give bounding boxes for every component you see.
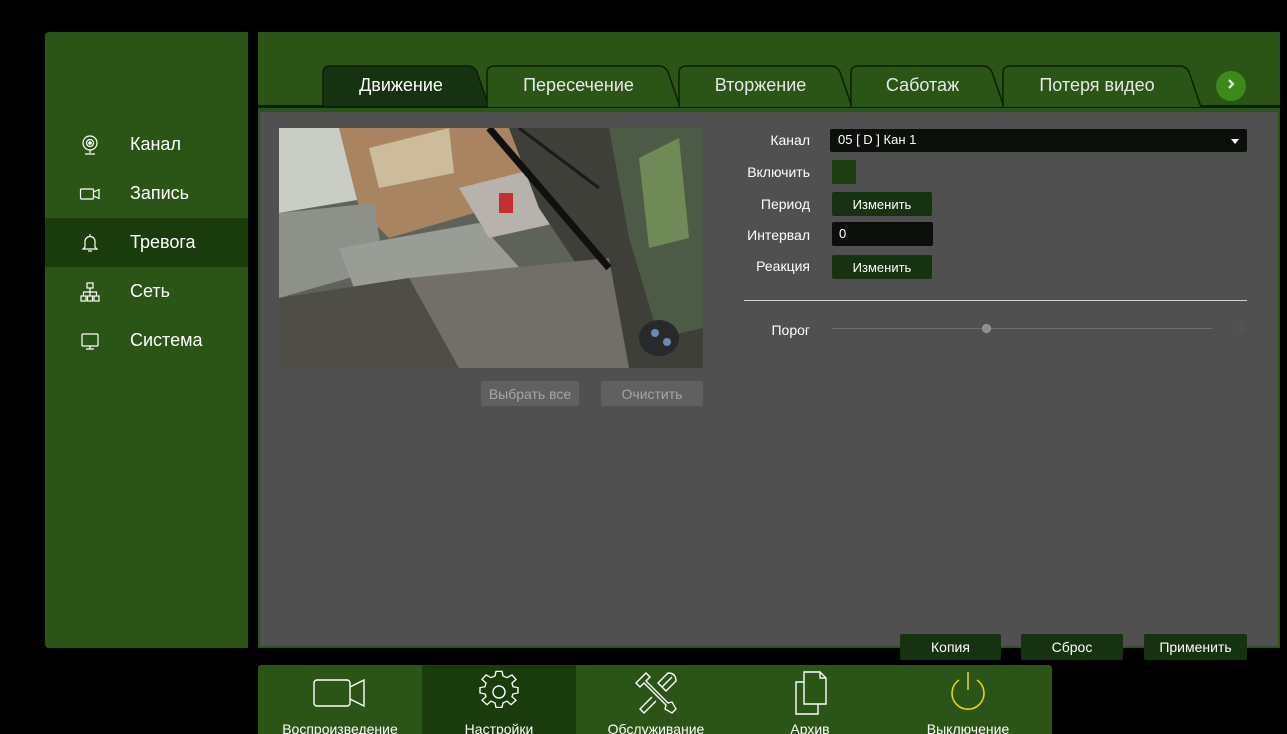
toolbar-archive[interactable]: Архив: [736, 665, 884, 734]
tab-bar: Движение Пересечение Вторжение Саботаж П…: [258, 32, 1280, 108]
chevron-right-icon: [1225, 77, 1237, 95]
period-edit-button[interactable]: Изменить: [832, 192, 932, 216]
webcam-icon: [79, 134, 101, 156]
next-tabs-button[interactable]: [1216, 71, 1246, 101]
bell-icon: [79, 232, 101, 254]
tab-label: Вторжение: [714, 75, 807, 95]
reset-button[interactable]: Сброс: [1021, 634, 1123, 660]
copy-button[interactable]: Копия: [900, 634, 1001, 660]
channel-select-value: 05 [ D ] Кан 1: [838, 132, 917, 147]
enable-checkbox[interactable]: [832, 160, 856, 184]
tab-motion[interactable]: Движение: [322, 65, 490, 107]
threshold-label: Порог: [771, 322, 810, 338]
sidebar-item-alarm[interactable]: Тревога: [45, 218, 248, 267]
camcorder-icon: [79, 183, 101, 205]
period-label: Период: [760, 196, 810, 212]
tab-sabotage[interactable]: Саботаж: [850, 65, 1005, 107]
toolbar-label: Архив: [790, 721, 830, 734]
toolbar-label: Воспроизведение: [282, 721, 398, 734]
sidebar-item-label: Сеть: [130, 281, 171, 301]
bottom-toolbar: Воспроизведение Настройки Обслуживание А…: [258, 665, 1052, 734]
tab-video-loss[interactable]: Потеря видео: [1002, 65, 1202, 107]
enable-label: Включить: [747, 164, 810, 180]
threshold-slider-thumb[interactable]: [982, 324, 991, 333]
camera-preview[interactable]: [279, 128, 703, 368]
interval-input[interactable]: 0: [832, 222, 933, 246]
sidebar-nav: Канал Запись Тревога Сеть Система: [45, 120, 248, 365]
apply-button[interactable]: Применить: [1144, 634, 1247, 660]
toolbar-shutdown[interactable]: Выключение: [884, 665, 1052, 734]
tab-content: Выбрать все Очистить Канал 05 [ D ] Кан …: [260, 112, 1278, 660]
select-all-button[interactable]: Выбрать все: [481, 381, 579, 406]
sidebar-item-label: Запись: [130, 183, 190, 203]
sidebar-item-channel[interactable]: Канал: [45, 120, 248, 169]
tab-label: Саботаж: [885, 75, 960, 95]
form-divider: [744, 300, 1247, 301]
settings-panel: Движение Пересечение Вторжение Саботаж П…: [258, 32, 1280, 660]
tab-label: Пересечение: [523, 75, 634, 95]
reaction-edit-button[interactable]: Изменить: [832, 255, 932, 279]
threshold-slider-track[interactable]: [832, 328, 1212, 329]
monitor-icon: [79, 330, 101, 352]
toolbar-maintenance[interactable]: Обслуживание: [576, 665, 736, 734]
camera-frame-image: [279, 128, 703, 368]
sidebar-item-label: Канал: [130, 134, 181, 154]
tab-crossing[interactable]: Пересечение: [486, 65, 681, 107]
sidebar-item-network[interactable]: Сеть: [45, 267, 248, 316]
channel-label: Канал: [770, 132, 810, 148]
channel-select[interactable]: 05 [ D ] Кан 1: [830, 129, 1247, 152]
sidebar-item-label: Тревога: [130, 232, 196, 252]
toolbar-label: Настройки: [464, 721, 534, 734]
dropdown-caret-icon: [1231, 139, 1239, 144]
toolbar-label: Обслуживание: [607, 721, 705, 734]
tab-intrusion[interactable]: Вторжение: [678, 65, 853, 107]
sidebar-item-label: Система: [130, 330, 203, 350]
clear-button[interactable]: Очистить: [601, 381, 703, 406]
toolbar-settings[interactable]: Настройки: [422, 665, 576, 734]
toolbar-playback[interactable]: Воспроизведение: [258, 665, 422, 734]
sidebar-item-system[interactable]: Система: [45, 316, 248, 365]
reaction-label: Реакция: [756, 258, 810, 274]
sidebar-item-record[interactable]: Запись: [45, 169, 248, 218]
threshold-value: 3: [1237, 319, 1245, 334]
network-icon: [79, 281, 101, 303]
interval-label: Интервал: [747, 227, 810, 243]
tab-label: Движение: [359, 75, 443, 95]
toolbar-label: Выключение: [926, 721, 1010, 734]
tab-label: Потеря видео: [1039, 75, 1155, 95]
sidebar: Канал Запись Тревога Сеть Система: [45, 32, 248, 648]
